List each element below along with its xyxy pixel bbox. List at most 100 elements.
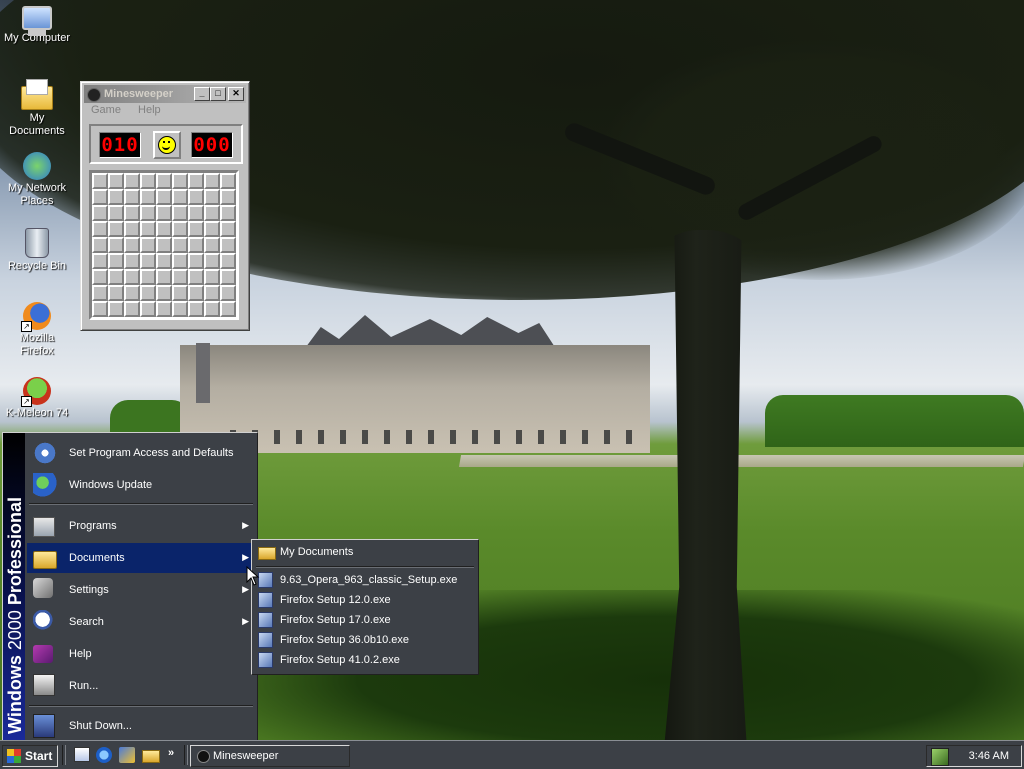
mine-cell[interactable] — [124, 189, 140, 205]
desktop-icon-k-meleon[interactable]: ↗ K-Meleon 74 — [0, 377, 74, 420]
submenu-item-firefox-17[interactable]: Firefox Setup 17.0.exe — [254, 610, 476, 630]
mine-cell[interactable] — [204, 253, 220, 269]
mine-cell[interactable] — [172, 285, 188, 301]
mine-cell[interactable] — [140, 189, 156, 205]
mine-cell[interactable] — [140, 173, 156, 189]
desktop-icon-network-places[interactable]: My Network Places — [0, 152, 74, 208]
mine-cell[interactable] — [172, 205, 188, 221]
mine-cell[interactable] — [124, 253, 140, 269]
mine-cell[interactable] — [156, 253, 172, 269]
mine-cell[interactable] — [220, 173, 236, 189]
desktop-icon-my-computer[interactable]: My Computer — [0, 2, 74, 45]
show-desktop-icon[interactable] — [74, 747, 90, 762]
start-item-settings[interactable]: Settings ▶ — [27, 575, 255, 605]
mine-cell[interactable] — [92, 285, 108, 301]
mine-cell[interactable] — [156, 285, 172, 301]
start-item-run[interactable]: Run... — [27, 671, 255, 701]
submenu-item-firefox-36[interactable]: Firefox Setup 36.0b10.exe — [254, 630, 476, 650]
start-button[interactable]: Start — [2, 745, 58, 767]
mine-cell[interactable] — [204, 237, 220, 253]
start-menu[interactable]: Windows 2000 Professional Set Program Ac… — [2, 432, 258, 744]
mine-cell[interactable] — [92, 221, 108, 237]
mine-cell[interactable] — [172, 269, 188, 285]
mine-cell[interactable] — [172, 221, 188, 237]
start-item-help[interactable]: Help — [27, 639, 255, 669]
mine-cell[interactable] — [220, 189, 236, 205]
mine-cell[interactable] — [92, 205, 108, 221]
mine-cell[interactable] — [188, 269, 204, 285]
mine-cell[interactable] — [188, 301, 204, 317]
explorer-icon[interactable] — [142, 750, 160, 763]
mine-cell[interactable] — [92, 301, 108, 317]
minefield-grid[interactable] — [89, 170, 239, 320]
mine-cell[interactable] — [204, 285, 220, 301]
mine-cell[interactable] — [172, 189, 188, 205]
mine-cell[interactable] — [124, 205, 140, 221]
mine-cell[interactable] — [172, 237, 188, 253]
start-item-programs[interactable]: Programs ▶ — [27, 511, 255, 541]
mine-cell[interactable] — [124, 173, 140, 189]
mine-cell[interactable] — [108, 269, 124, 285]
desktop-icon-firefox[interactable]: ↗ Mozilla Firefox — [0, 302, 74, 358]
mine-cell[interactable] — [204, 301, 220, 317]
mine-cell[interactable] — [140, 269, 156, 285]
task-button-minesweeper[interactable]: Minesweeper — [190, 745, 350, 767]
mine-cell[interactable] — [108, 253, 124, 269]
mine-cell[interactable] — [140, 301, 156, 317]
desktop-icon-my-documents[interactable]: My Documents — [0, 78, 74, 138]
mine-cell[interactable] — [140, 205, 156, 221]
mine-cell[interactable] — [220, 221, 236, 237]
mine-cell[interactable] — [92, 269, 108, 285]
maximize-button[interactable]: □ — [210, 87, 226, 101]
minimize-button[interactable]: _ — [194, 87, 210, 101]
mine-cell[interactable] — [124, 237, 140, 253]
mine-cell[interactable] — [92, 173, 108, 189]
mine-cell[interactable] — [108, 221, 124, 237]
clock[interactable]: 3:46 AM — [969, 750, 1009, 762]
submenu-item-my-documents[interactable]: My Documents — [254, 542, 476, 562]
mine-cell[interactable] — [188, 189, 204, 205]
mine-cell[interactable] — [188, 221, 204, 237]
mine-cell[interactable] — [188, 205, 204, 221]
mine-cell[interactable] — [204, 221, 220, 237]
mine-cell[interactable] — [220, 301, 236, 317]
mine-cell[interactable] — [172, 253, 188, 269]
mine-cell[interactable] — [108, 189, 124, 205]
outlook-express-icon[interactable] — [119, 747, 135, 763]
mine-cell[interactable] — [140, 221, 156, 237]
start-item-windows-update[interactable]: Windows Update — [27, 470, 255, 500]
mine-cell[interactable] — [188, 253, 204, 269]
documents-submenu[interactable]: My Documents 9.63_Opera_963_classic_Setu… — [251, 539, 479, 675]
mine-cell[interactable] — [124, 301, 140, 317]
menu-game[interactable]: Game — [91, 104, 121, 116]
mine-cell[interactable] — [204, 173, 220, 189]
mine-cell[interactable] — [108, 301, 124, 317]
mine-cell[interactable] — [220, 285, 236, 301]
mine-cell[interactable] — [140, 285, 156, 301]
start-item-documents[interactable]: Documents ▶ — [27, 543, 255, 573]
mine-cell[interactable] — [172, 301, 188, 317]
mine-cell[interactable] — [204, 189, 220, 205]
mine-cell[interactable] — [188, 285, 204, 301]
mine-cell[interactable] — [92, 237, 108, 253]
mine-cell[interactable] — [108, 285, 124, 301]
mine-cell[interactable] — [204, 205, 220, 221]
new-game-smiley-button[interactable] — [153, 131, 181, 159]
mine-cell[interactable] — [124, 285, 140, 301]
start-item-search[interactable]: Search ▶ — [27, 607, 255, 637]
quick-launch-more-button[interactable]: » — [168, 747, 174, 759]
mine-cell[interactable] — [220, 269, 236, 285]
submenu-item-firefox-12[interactable]: Firefox Setup 12.0.exe — [254, 590, 476, 610]
mine-cell[interactable] — [172, 173, 188, 189]
mine-cell[interactable] — [108, 205, 124, 221]
mine-cell[interactable] — [92, 253, 108, 269]
mine-cell[interactable] — [140, 253, 156, 269]
desktop-icon-recycle-bin[interactable]: Recycle Bin — [0, 228, 74, 273]
mine-cell[interactable] — [140, 237, 156, 253]
mine-cell[interactable] — [156, 301, 172, 317]
mine-cell[interactable] — [156, 189, 172, 205]
mine-cell[interactable] — [220, 237, 236, 253]
menu-help[interactable]: Help — [138, 104, 161, 116]
mine-cell[interactable] — [204, 269, 220, 285]
mine-cell[interactable] — [156, 221, 172, 237]
